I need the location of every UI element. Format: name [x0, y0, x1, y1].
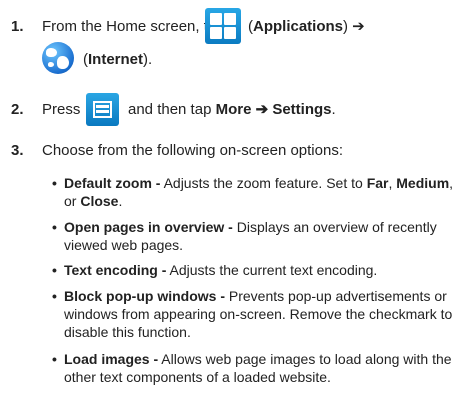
- option-desc: Adjusts the zoom feature. Set to: [160, 175, 367, 191]
- then-tap-text: and then tap: [128, 101, 216, 118]
- paren-close-arrow: ) ➔: [343, 18, 365, 35]
- option-close: Close: [80, 193, 119, 209]
- step-number: 1.: [11, 18, 24, 35]
- period: .: [331, 101, 336, 118]
- step-1-intro: From the Home screen, tap: [42, 18, 225, 35]
- option-name: Load images -: [64, 351, 159, 367]
- period: .: [118, 193, 123, 209]
- applications-grid-icon: [205, 8, 241, 44]
- option-name: Open pages in overview -: [64, 219, 233, 235]
- applications-name: Applications: [253, 18, 344, 35]
- option-block-popups: Block pop-up windows - Prevents pop-up a…: [52, 287, 460, 341]
- step-3-text: Choose from the following on-screen opti…: [42, 142, 343, 159]
- menu-key-icon: [86, 93, 119, 126]
- option-name: Default zoom -: [64, 175, 161, 191]
- step-2-text: and then tap More ➔ Settings.: [128, 100, 336, 119]
- press-text: Press: [42, 101, 81, 118]
- option-open-pages-overview: Open pages in overview - Displays an ove…: [52, 218, 460, 254]
- option-load-images: Load images - Allows web page images to …: [52, 350, 460, 386]
- step-number: 3.: [11, 142, 24, 159]
- step-number: 2.: [11, 101, 24, 118]
- applications-label: (Applications) ➔: [248, 17, 365, 36]
- option-text-encoding: Text encoding - Adjusts the current text…: [52, 261, 460, 279]
- option-medium: Medium: [396, 175, 450, 191]
- more-settings-label: More ➔ Settings: [215, 101, 332, 118]
- paren-close: ).: [143, 51, 153, 68]
- option-name: Block pop-up windows -: [64, 288, 225, 304]
- option-name: Text encoding -: [64, 262, 167, 278]
- option-default-zoom: Default zoom - Adjusts the zoom feature.…: [52, 174, 460, 210]
- internet-globe-icon: [42, 42, 74, 74]
- internet-name: Internet: [88, 51, 144, 68]
- internet-label: (Internet).: [83, 50, 152, 69]
- option-desc: Adjusts the current text encoding.: [166, 262, 378, 278]
- option-far: Far: [366, 175, 389, 191]
